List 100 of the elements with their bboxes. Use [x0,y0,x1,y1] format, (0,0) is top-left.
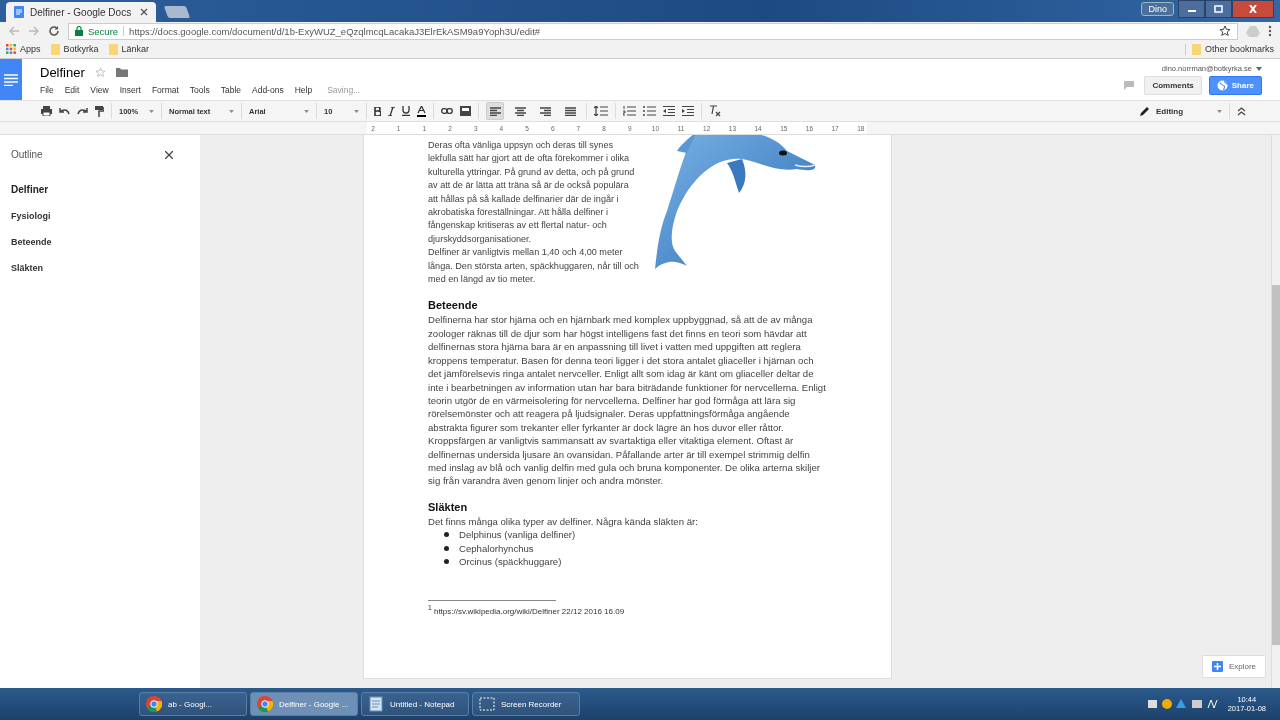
section-heading: Beteende [428,299,479,312]
decrease-indent-icon[interactable] [663,106,675,116]
dashed-rectangle-icon [479,696,495,712]
align-icon [539,106,551,116]
folder-icon [108,43,118,55]
reload-icon[interactable] [48,25,60,37]
taskbar-button[interactable]: Untitled - Notepad [361,692,469,716]
comments-button[interactable]: Comments [1144,76,1202,95]
bold-icon[interactable] [374,106,381,116]
menu-item[interactable]: Format [151,84,179,95]
undo-icon[interactable] [59,107,70,115]
menu-item[interactable]: Edit [64,84,80,95]
pencil-icon [1140,106,1150,116]
underline-icon[interactable] [402,106,410,116]
numbered-list-icon[interactable] [623,106,636,116]
menu-item[interactable]: Add-ons [252,84,284,95]
paragraph: Delfiner är vanligtvis mellan 1,40 och 4,00 meter långa. Den största arten, späckhuggaren, når till och med en längd av tio meter. [428,246,639,287]
menu-item[interactable]: Insert [119,84,141,95]
close-icon[interactable] [165,150,173,159]
line-spacing-icon[interactable] [594,106,608,116]
align-button[interactable] [486,102,504,120]
collapse-icon[interactable] [1237,106,1246,116]
bullet-icon [444,559,449,565]
align-icon [514,106,526,116]
caret-icon [1256,66,1262,71]
lock-icon [75,26,83,36]
chrome-icon [257,696,273,712]
menu-item[interactable]: File [40,84,54,95]
close-icon[interactable] [140,8,148,16]
chrome-icon [146,696,162,712]
redo-icon[interactable] [77,107,88,115]
bookmark-item[interactable]: Other bookmarks [1184,43,1274,55]
print-icon[interactable] [41,106,52,116]
footnote: $^{1}$ https://sv.wikipedia.org/wiki/Delfiner 22/12 2016 16.09 [428,604,626,616]
outline-item[interactable]: Delfiner [11,184,49,195]
bookmark-item[interactable]: Apps [6,44,41,54]
menu-item[interactable]: View [90,84,109,95]
tray-icons[interactable] [1147,698,1218,710]
taskbar-button[interactable]: ab - Googl... [139,692,247,716]
bookmark-item[interactable]: Länkar [108,43,150,55]
restore-icon [1213,5,1224,13]
align-icon [489,106,501,116]
bulleted-list-icon[interactable] [643,106,656,116]
docs-home-button[interactable] [0,59,22,100]
scrollbar[interactable] [1271,135,1280,688]
list-item: Orcinus (späckhuggare) [459,556,562,568]
address-field[interactable]: Secure https://docs.google.com/document/d/1b-ExyWUZ_eQzqlmcqLacakaJ3ElrEkASM9a9Yoph3U/edit# [68,22,1238,40]
close-icon [1248,5,1258,13]
close-button[interactable] [1232,0,1274,18]
bookmark-item[interactable]: Botkyrka [50,43,99,55]
globe-icon [1216,80,1228,91]
align-icon [564,106,576,116]
speech-bubble-icon [1124,81,1135,90]
document-title[interactable]: Delfiner [40,64,85,80]
paragraph: Delfinerna har stor hjärna och en hjärnbark med komplex uppbyggnad, så att de av många zoologer räknas till de djur som har högst intelligens fast det finns en teori som hävdar att delfinernas stora hjärna bara är en anpassning till livet i vatten med uppgiften att reglera kroppens temperatur. Basen för denna teori ligger i det stora antalet gliaceller i hjärnan och det jämförelsevis ringa antalet nervceller. Enligt allt som idag är känt om gliaceller deltar de inte i bearbetningen av information utan har bara biträdande funktioner för nervcellerna. Enligt teorin utgör de en värmeisolering för nervcellerna. Delfiner har god förmåga att lära sig rörelsemönster och att reagera på ljudsignaler. Deras uppfattningsförmåga angående abstrakta figurer som trekanter eller fyrkanter är dock lägre än hos duvor eller råttor. Kroppsfärgen är vanligtvis sammansatt av svartaktiga eller vitaktiga element. Oftast är delfinernas undersida ljusare än ovansidan. Påfallande arter är till exempel strimmig delfin med inslag av blå och vanlig delfin med gula och bruna komponenter. De olika arterna skiljer sig från varandra även genom linjer och andra mönster. [428,313,827,488]
comment-icon[interactable] [460,106,471,116]
restore-button[interactable] [1205,0,1232,18]
list-item: Delphinus (vanliga delfiner) [459,529,576,541]
document-icon [4,73,18,86]
caret-icon [229,109,234,113]
star-icon[interactable] [94,66,106,78]
folder-icon [1191,43,1201,55]
new-tab-button[interactable] [163,6,191,18]
italic-icon[interactable] [388,106,395,116]
caret-icon [304,109,309,113]
outline-item[interactable]: Släkten [11,263,43,273]
increase-indent-icon[interactable] [682,106,694,116]
bullet-icon [444,532,449,538]
list-item: Cephalorhynchus [459,542,534,554]
bullet-icon [444,545,449,551]
clear-formatting-icon[interactable] [709,105,721,117]
section-heading: Släkten [428,500,469,513]
menu-item[interactable]: Help [294,84,313,95]
paragraph: Deras ofta vänliga uppsyn och deras till synes lekfulla sätt har gjort att de ofta förekommer i olika kulturella yttringar. På grund av detta, och på grund av att de är lätta att träna så är de också populära att hållas på så kallade delfinarier där de ingår i akrobatiska föreställningar. Att hålla delfiner i fångenskap kritiseras av ett flertal natur- och djurskyddsorganisationer. [428,139,636,246]
apps-grid-icon [6,44,16,54]
user-badge[interactable]: Dino [1141,2,1174,16]
folder-icon[interactable] [115,67,128,77]
caret-icon [149,109,154,113]
taskbar-button[interactable]: Screen Recorder [472,692,580,716]
menu-item[interactable]: Table [220,84,241,95]
notepad-icon [368,696,384,712]
outline-item[interactable]: Fysiologi [11,211,51,221]
caret-icon [354,109,359,113]
paragraph: Det finns många olika typer av delfiner. Några kända släkten är: [428,514,699,529]
caret-icon [1217,109,1222,113]
menu-icon[interactable] [1268,25,1272,37]
menu-item[interactable]: Tools [189,84,210,95]
text-color-icon[interactable] [417,105,426,117]
star-icon[interactable] [1219,25,1231,37]
document-icon [14,6,24,18]
outline-title: Outline [11,149,43,160]
minimize-button[interactable] [1178,0,1205,18]
explore-button[interactable]: Explore [1201,655,1266,678]
outline-item[interactable]: Beteende [11,237,52,247]
editing-mode-dropdown[interactable]: Editing [1140,106,1222,116]
save-status: Saving... [327,84,361,95]
folder-icon [50,43,60,55]
paint-format-icon[interactable] [95,105,104,117]
browser-tab[interactable]: Delfiner - Google Docs [6,2,156,22]
link-icon[interactable] [441,108,453,114]
